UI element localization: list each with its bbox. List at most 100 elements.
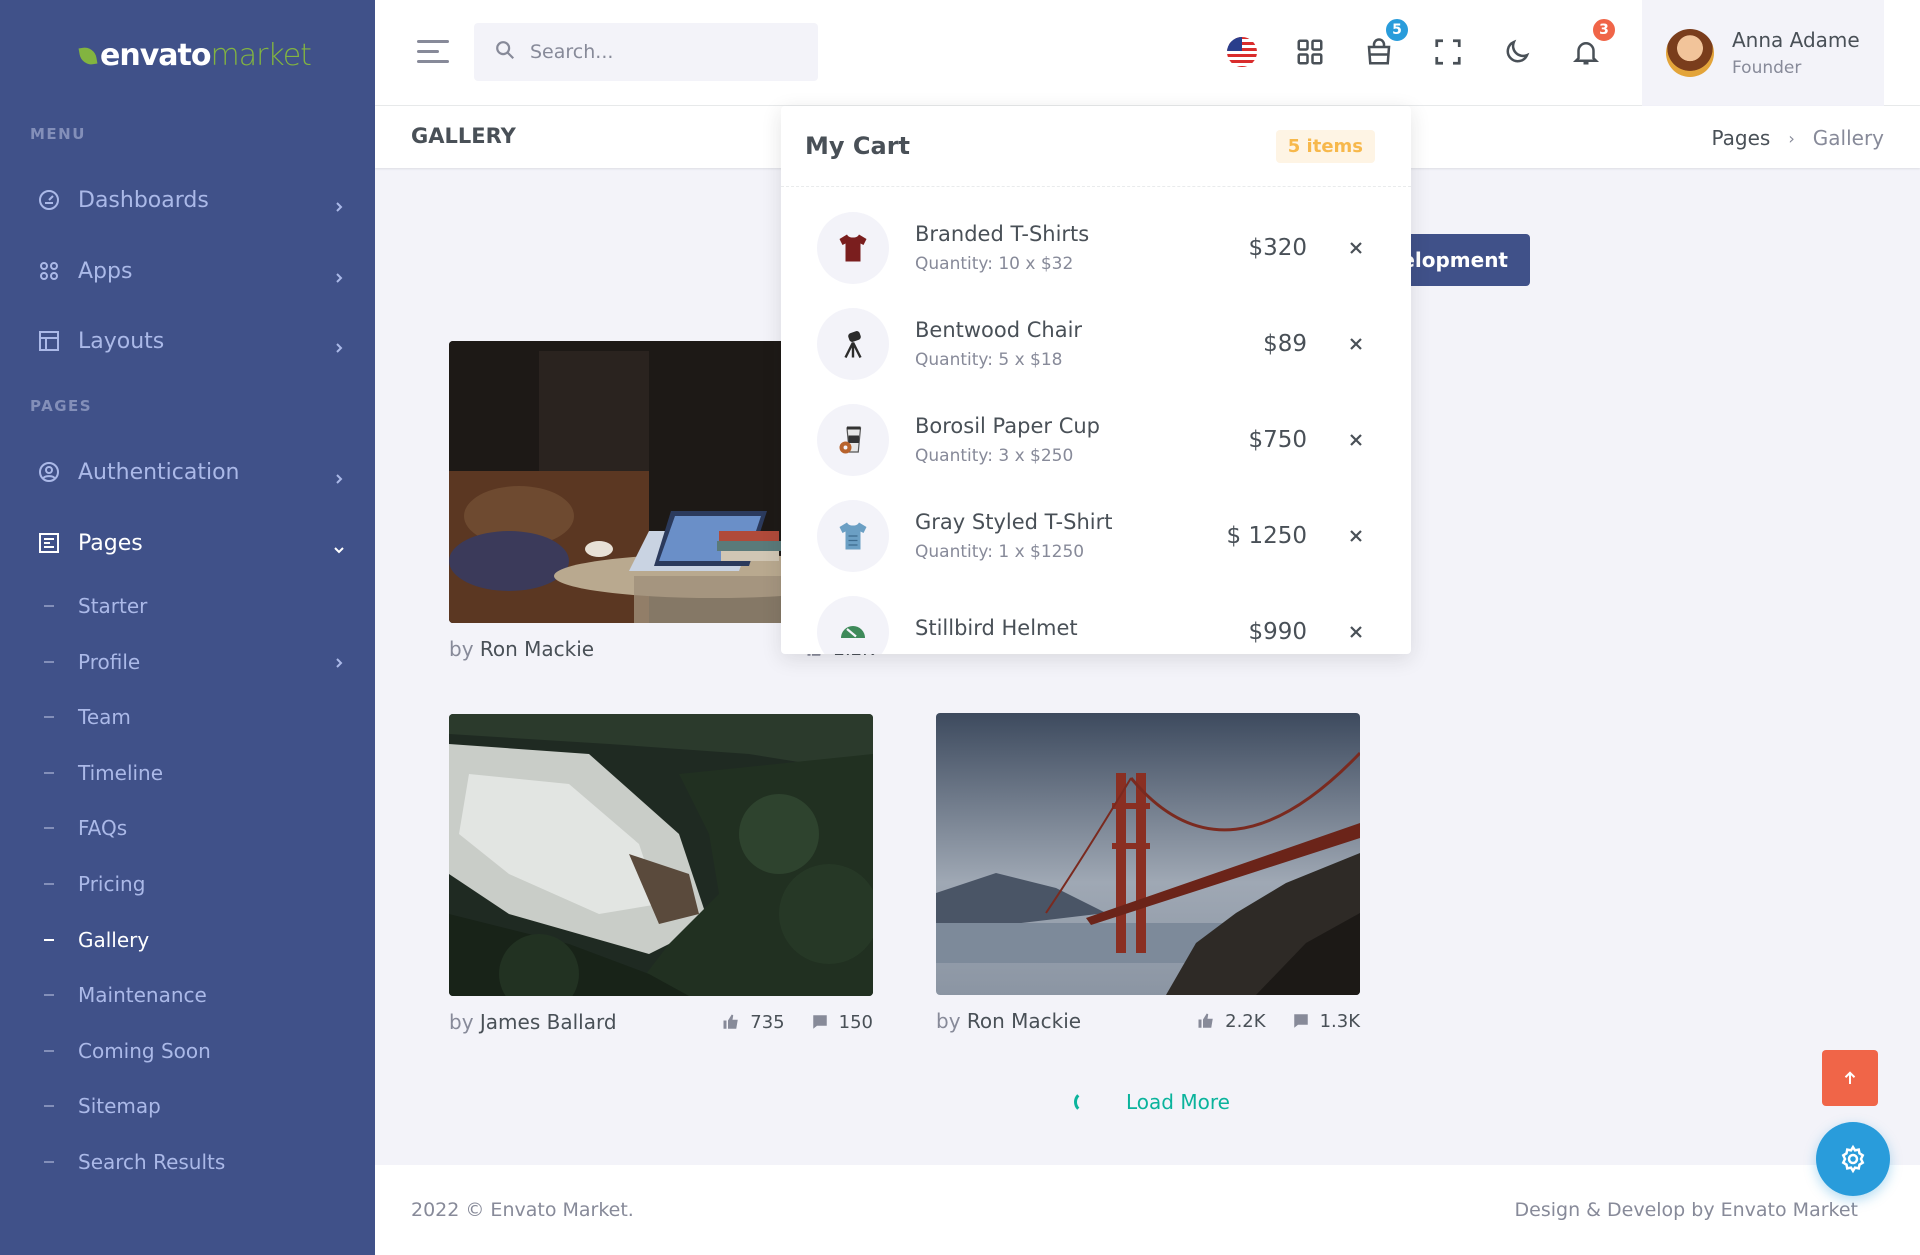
gallery-image-coast[interactable] xyxy=(449,714,873,996)
speedometer-icon xyxy=(36,187,62,213)
brand-logo[interactable]: envato market xyxy=(78,38,312,73)
sidebar-subitem-maintenance[interactable]: Maintenance xyxy=(44,978,345,1012)
cart-item[interactable]: Gray Styled T-Shirt Quantity: 1 x $1250 … xyxy=(817,496,1367,576)
sidebar-item-layouts[interactable]: Layouts xyxy=(36,321,345,361)
sidebar-subitem-label: Gallery xyxy=(78,928,150,952)
sidebar-item-label: Authentication xyxy=(78,459,240,485)
sidebar-subitem-gallery[interactable]: Gallery xyxy=(44,923,345,957)
search-box xyxy=(474,23,818,81)
sidebar-subitem-timeline[interactable]: Timeline xyxy=(44,756,345,790)
gallery-image-bridge[interactable] xyxy=(936,713,1360,995)
cart-item-name[interactable]: Stillbird Helmet xyxy=(915,616,1187,640)
hamburger-menu-icon[interactable] xyxy=(417,40,449,64)
cart-item-name[interactable]: Borosil Paper Cup xyxy=(915,414,1187,438)
remove-item-close-icon[interactable] xyxy=(1345,333,1367,355)
pages-icon xyxy=(36,530,62,556)
cart-item-quantity: Quantity: 1 x $1250 xyxy=(915,542,1085,562)
apps-grid-icon[interactable] xyxy=(1288,30,1332,74)
loading-spinner-icon xyxy=(1074,1091,1096,1113)
chevron-right-icon: › xyxy=(1788,128,1795,148)
gallery-card-meta: by James Ballard 735 150 xyxy=(449,1010,873,1034)
gallery-card[interactable]: by James Ballard 735 150 xyxy=(449,714,873,1036)
likes-count: 2.2K xyxy=(1225,1010,1266,1032)
sidebar-subitem-pricing[interactable]: Pricing xyxy=(44,867,345,901)
user-circle-icon xyxy=(36,459,62,485)
cart-item[interactable]: Borosil Paper Cup Quantity: 3 x $250 $75… xyxy=(817,400,1367,480)
sidebar-subitem-label: Team xyxy=(78,705,131,729)
bullet-dash xyxy=(44,1050,54,1052)
bullet-dash xyxy=(44,772,54,774)
user-role: Founder xyxy=(1732,58,1802,78)
user-profile-dropdown[interactable]: Anna Adame Founder xyxy=(1642,0,1884,106)
comments-stat[interactable]: 150 xyxy=(811,1012,873,1033)
author-name[interactable]: Ron Mackie xyxy=(480,637,594,661)
dark-mode-moon-icon[interactable] xyxy=(1495,30,1539,74)
sidebar-item-label: Dashboards xyxy=(78,187,209,213)
sidebar-item-pages[interactable]: Pages xyxy=(36,523,345,563)
layout-icon xyxy=(36,328,62,354)
cart-item[interactable]: Branded T-Shirts Quantity: 10 x $32 $320 xyxy=(817,208,1367,288)
user-name: Anna Adame xyxy=(1732,28,1860,52)
cart-item-name[interactable]: Branded T-Shirts xyxy=(915,222,1187,246)
flag-us-icon[interactable] xyxy=(1220,30,1264,74)
bullet-dash xyxy=(44,827,54,829)
comments-stat[interactable]: 1.3K xyxy=(1292,1011,1360,1032)
bullet-dash xyxy=(44,661,54,663)
comments-count: 150 xyxy=(838,1011,873,1033)
back-to-top-button[interactable] xyxy=(1822,1050,1878,1106)
cart-item-price: $320 xyxy=(1248,235,1307,261)
sidebar-item-dashboards[interactable]: Dashboards xyxy=(36,180,345,220)
sidebar-subitem-coming-soon[interactable]: Coming Soon xyxy=(44,1034,345,1068)
sidebar-subitem-label: Search Results xyxy=(78,1150,226,1174)
remove-item-close-icon[interactable] xyxy=(1345,237,1367,259)
author-name[interactable]: Ron Mackie xyxy=(967,1009,1081,1033)
fullscreen-icon[interactable] xyxy=(1426,30,1470,74)
sidebar-item-label: Layouts xyxy=(78,328,165,354)
sidebar-subitem-team[interactable]: Team xyxy=(44,700,345,734)
sidebar-item-authentication[interactable]: Authentication xyxy=(36,452,345,492)
sidebar-subitem-starter[interactable]: Starter xyxy=(44,589,345,623)
apps-grid-icon xyxy=(36,258,62,284)
chevron-down-icon xyxy=(333,537,345,554)
author-name[interactable]: James Ballard xyxy=(480,1010,617,1034)
cart-item-price: $89 xyxy=(1263,331,1307,357)
remove-item-close-icon[interactable] xyxy=(1345,621,1367,643)
sidebar-subitem-profile[interactable]: Profile xyxy=(44,645,345,679)
breadcrumb-pages[interactable]: Pages xyxy=(1712,126,1771,150)
footer: 2022 © Envato Market. Design & Develop b… xyxy=(375,1165,1920,1255)
sidebar-subitem-sitemap[interactable]: Sitemap xyxy=(44,1089,345,1123)
cart-item[interactable]: Stillbird Helmet $990 xyxy=(817,592,1367,654)
remove-item-close-icon[interactable] xyxy=(1345,525,1367,547)
sidebar-item-label: Apps xyxy=(78,258,133,284)
filter-button-label: elopment xyxy=(1401,248,1508,272)
customizer-settings-button[interactable] xyxy=(1816,1122,1890,1196)
gallery-card-author: by Ron Mackie xyxy=(449,637,780,661)
cart-item-name[interactable]: Bentwood Chair xyxy=(915,318,1187,342)
comment-icon xyxy=(812,1015,827,1029)
thumbs-up-icon xyxy=(723,1014,739,1029)
remove-item-close-icon[interactable] xyxy=(1345,429,1367,451)
likes-stat[interactable]: 2.2K xyxy=(1197,1010,1266,1032)
cart-bag-icon[interactable]: 5 xyxy=(1357,16,1411,74)
search-input[interactable] xyxy=(530,41,790,63)
menu-section-title: MENU xyxy=(30,125,86,143)
likes-stat[interactable]: 735 xyxy=(722,1012,785,1033)
gallery-card[interactable]: by Ron Mackie 2.2K 1.3K xyxy=(936,713,1360,1036)
chevron-right-icon xyxy=(333,466,345,484)
by-prefix: by xyxy=(449,637,474,661)
gray-tshirt-thumbnail xyxy=(817,500,889,572)
cart-item-name[interactable]: Gray Styled T-Shirt xyxy=(915,510,1187,534)
sidebar-subitem-faqs[interactable]: FAQs xyxy=(44,811,345,845)
leaf-icon xyxy=(78,45,98,66)
footer-credit: Design & Develop by Envato Market xyxy=(1514,1199,1858,1221)
cart-item[interactable]: Bentwood Chair Quantity: 5 x $18 $89 xyxy=(817,304,1367,384)
chevron-right-icon xyxy=(333,194,345,212)
notification-bell-icon[interactable]: 3 xyxy=(1564,16,1618,74)
pages-section-title: PAGES xyxy=(30,397,93,415)
bullet-dash xyxy=(44,1161,54,1163)
cart-dropdown: My Cart 5 items Branded T-Shirts Quantit… xyxy=(781,106,1411,654)
load-more-button[interactable]: Load More xyxy=(1074,1090,1230,1114)
bullet-dash xyxy=(44,994,54,996)
sidebar-subitem-search-results[interactable]: Search Results xyxy=(44,1145,345,1179)
sidebar-item-apps[interactable]: Apps xyxy=(36,251,345,291)
